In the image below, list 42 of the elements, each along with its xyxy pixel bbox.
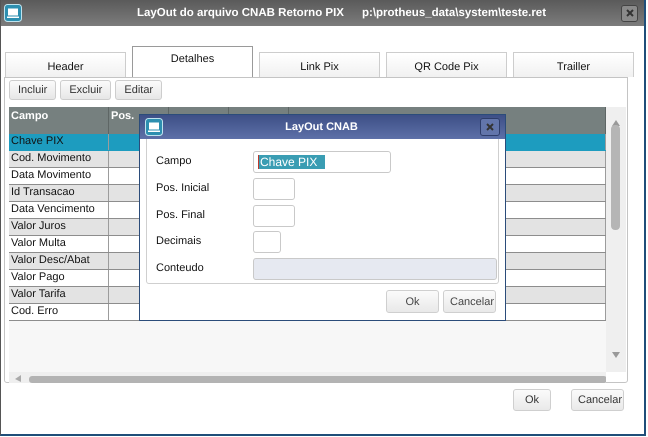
table-cell: Cod. Movimento: [9, 151, 109, 167]
dialog-title: LayOut CNAB: [284, 121, 359, 133]
field-label: Campo: [156, 154, 192, 167]
column-header[interactable]: Campo: [11, 110, 48, 122]
column-header[interactable]: Pos.: [111, 110, 134, 122]
ok-button[interactable]: Ok: [513, 389, 551, 411]
table-cell: Data Movimento: [9, 168, 109, 184]
table-cell: Valor Tarifa: [9, 287, 109, 303]
ok-button[interactable]: Ok: [386, 290, 439, 313]
field-label: Conteudo: [156, 261, 205, 274]
close-button[interactable]: [621, 4, 638, 22]
cancel-button[interactable]: Cancelar: [443, 290, 496, 313]
delete-button[interactable]: Excluir: [60, 80, 112, 100]
input-field[interactable]: [253, 178, 295, 200]
window-title: LayOut do arquivo CNAB Retorno PIX: [136, 7, 344, 19]
close-button[interactable]: [480, 118, 500, 136]
tab[interactable]: Trailler: [513, 52, 634, 77]
tab[interactable]: Detalhes: [132, 46, 253, 77]
field-label: Decimais: [156, 234, 202, 248]
table-cell: Valor Multa: [9, 236, 109, 252]
table-cell: Valor Pago: [9, 270, 109, 286]
file-path: p:\protheus_data\system\teste.ret: [362, 7, 546, 19]
add-button[interactable]: Incluir: [9, 80, 56, 100]
input-field[interactable]: [253, 231, 281, 254]
monitor-icon: [4, 4, 22, 22]
tab[interactable]: QR Code Pix: [386, 52, 507, 77]
table-cell: Valor Desc/Abat: [9, 253, 109, 269]
table-cell: Id Transacao: [9, 185, 109, 201]
close-icon: [486, 123, 494, 131]
field-label: Pos. Inicial: [156, 180, 210, 194]
table-cell: Data Vencimento: [9, 202, 109, 218]
edit-button[interactable]: Editar: [115, 80, 162, 100]
cancel-button[interactable]: Cancelar: [571, 389, 624, 411]
tab[interactable]: Link Pix: [259, 52, 380, 77]
tab[interactable]: Header: [5, 52, 126, 77]
monitor-icon: [145, 118, 163, 136]
table-cell: Valor Juros: [9, 219, 109, 235]
field-label: Pos. Final: [156, 208, 206, 221]
close-icon: [626, 9, 634, 17]
table-cell: Chave PIX: [9, 134, 109, 150]
table-cell: Cod. Erro: [9, 304, 109, 320]
input-field[interactable]: [253, 204, 295, 227]
